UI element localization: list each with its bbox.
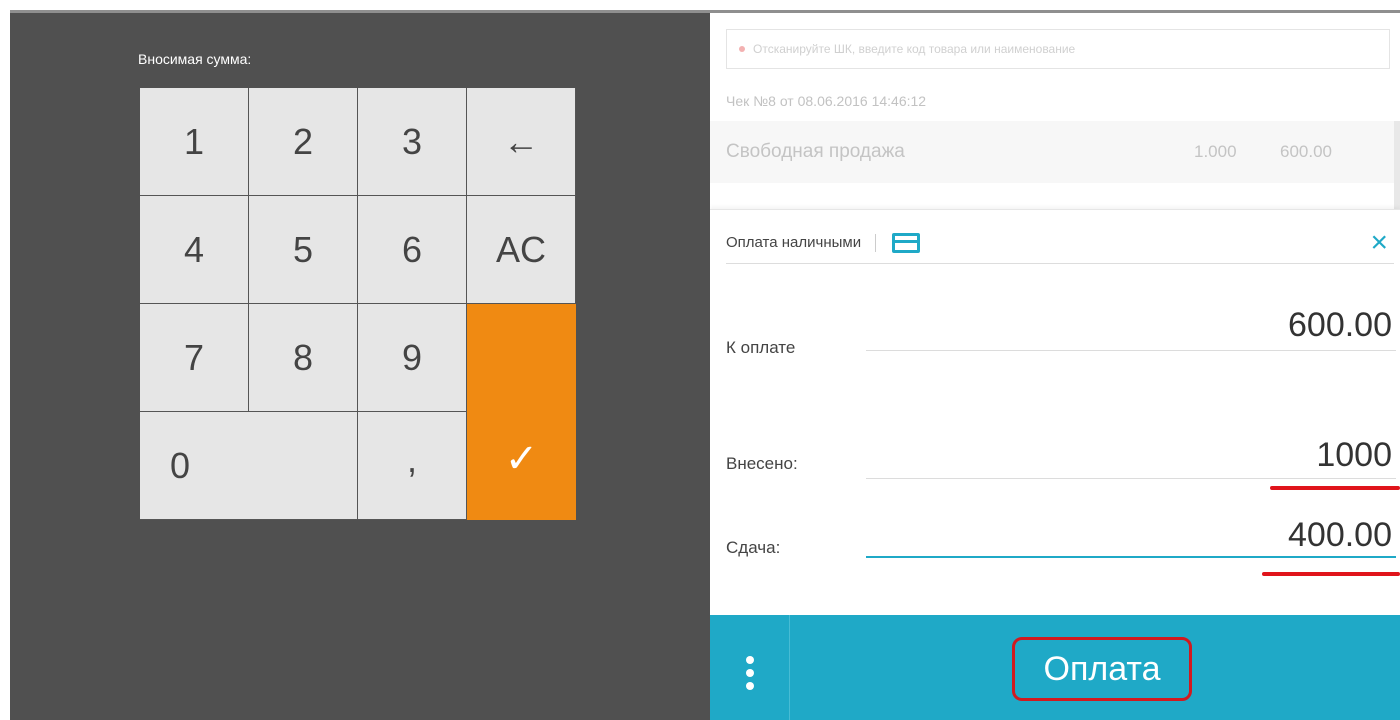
key-0[interactable]: 0 xyxy=(140,412,358,520)
paid-value[interactable]: 1000 xyxy=(1316,436,1392,475)
change-value: 400.00 xyxy=(1288,516,1392,554)
credit-card-icon[interactable] xyxy=(892,232,921,253)
key-7[interactable]: 7 xyxy=(140,304,249,412)
top-border xyxy=(0,0,1400,13)
change-underline xyxy=(866,556,1396,558)
key-3[interactable]: 3 xyxy=(358,88,467,196)
more-menu-button[interactable] xyxy=(710,615,790,720)
check-icon: ✓ xyxy=(504,437,539,481)
to-pay-underline xyxy=(866,350,1396,351)
cash-payment-tab[interactable]: Оплата наличными xyxy=(726,234,861,251)
receipt-scrollbar[interactable] xyxy=(1394,121,1400,211)
paid-annotation-underline xyxy=(1270,486,1400,490)
paid-label: Внесено: xyxy=(726,454,798,473)
payment-header: Оплата наличными × xyxy=(726,222,1394,264)
menu-dot-icon xyxy=(745,668,754,677)
tab-separator xyxy=(875,233,877,252)
keypad-panel: Вносимая сумма: 1 2 3 ← 4 5 6 AC 7 8 9 ✓… xyxy=(10,13,710,720)
change-annotation-underline xyxy=(1262,572,1400,576)
pay-button[interactable]: Оплата xyxy=(1012,637,1192,701)
key-8[interactable]: 8 xyxy=(249,304,358,412)
menu-dot-icon xyxy=(745,655,754,664)
change-label: Сдача: xyxy=(726,538,781,557)
confirm-key[interactable]: ✓ xyxy=(467,304,576,520)
item-qty: 1.000 xyxy=(1194,142,1237,161)
paid-underline xyxy=(866,478,1396,479)
item-price: 600.00 xyxy=(1280,142,1332,161)
to-pay-label: К оплате xyxy=(726,338,796,357)
menu-dot-icon xyxy=(745,681,754,690)
receipt-item-row[interactable]: Свободная продажа 1.000 600.00 xyxy=(710,121,1400,183)
clear-key[interactable]: AC xyxy=(467,196,576,304)
key-4[interactable]: 4 xyxy=(140,196,249,304)
search-input[interactable]: Отсканируйте ШК, введите код товара или … xyxy=(726,29,1390,69)
search-placeholder: Отсканируйте ШК, введите код товара или … xyxy=(753,42,1076,56)
bottom-action-bar: Оплата xyxy=(710,615,1400,720)
to-pay-value: 600.00 xyxy=(1288,306,1392,344)
key-1[interactable]: 1 xyxy=(140,88,249,196)
comma-key[interactable]: , xyxy=(358,412,467,520)
key-9[interactable]: 9 xyxy=(358,304,467,412)
item-name: Свободная продажа xyxy=(726,141,905,162)
key-5[interactable]: 5 xyxy=(249,196,358,304)
key-6[interactable]: 6 xyxy=(358,196,467,304)
amount-label: Вносимая сумма: xyxy=(138,51,252,67)
key-2[interactable]: 2 xyxy=(249,88,358,196)
receipt-title: Чек №8 от 08.06.2016 14:46:12 xyxy=(726,93,927,109)
receipt-panel: Отсканируйте ШК, введите код товара или … xyxy=(710,13,1400,720)
search-status-dot xyxy=(739,46,745,52)
close-icon[interactable]: × xyxy=(1370,228,1388,258)
backspace-key[interactable]: ← xyxy=(467,88,576,196)
keypad: 1 2 3 ← 4 5 6 AC 7 8 9 ✓ 0 , xyxy=(140,88,576,520)
